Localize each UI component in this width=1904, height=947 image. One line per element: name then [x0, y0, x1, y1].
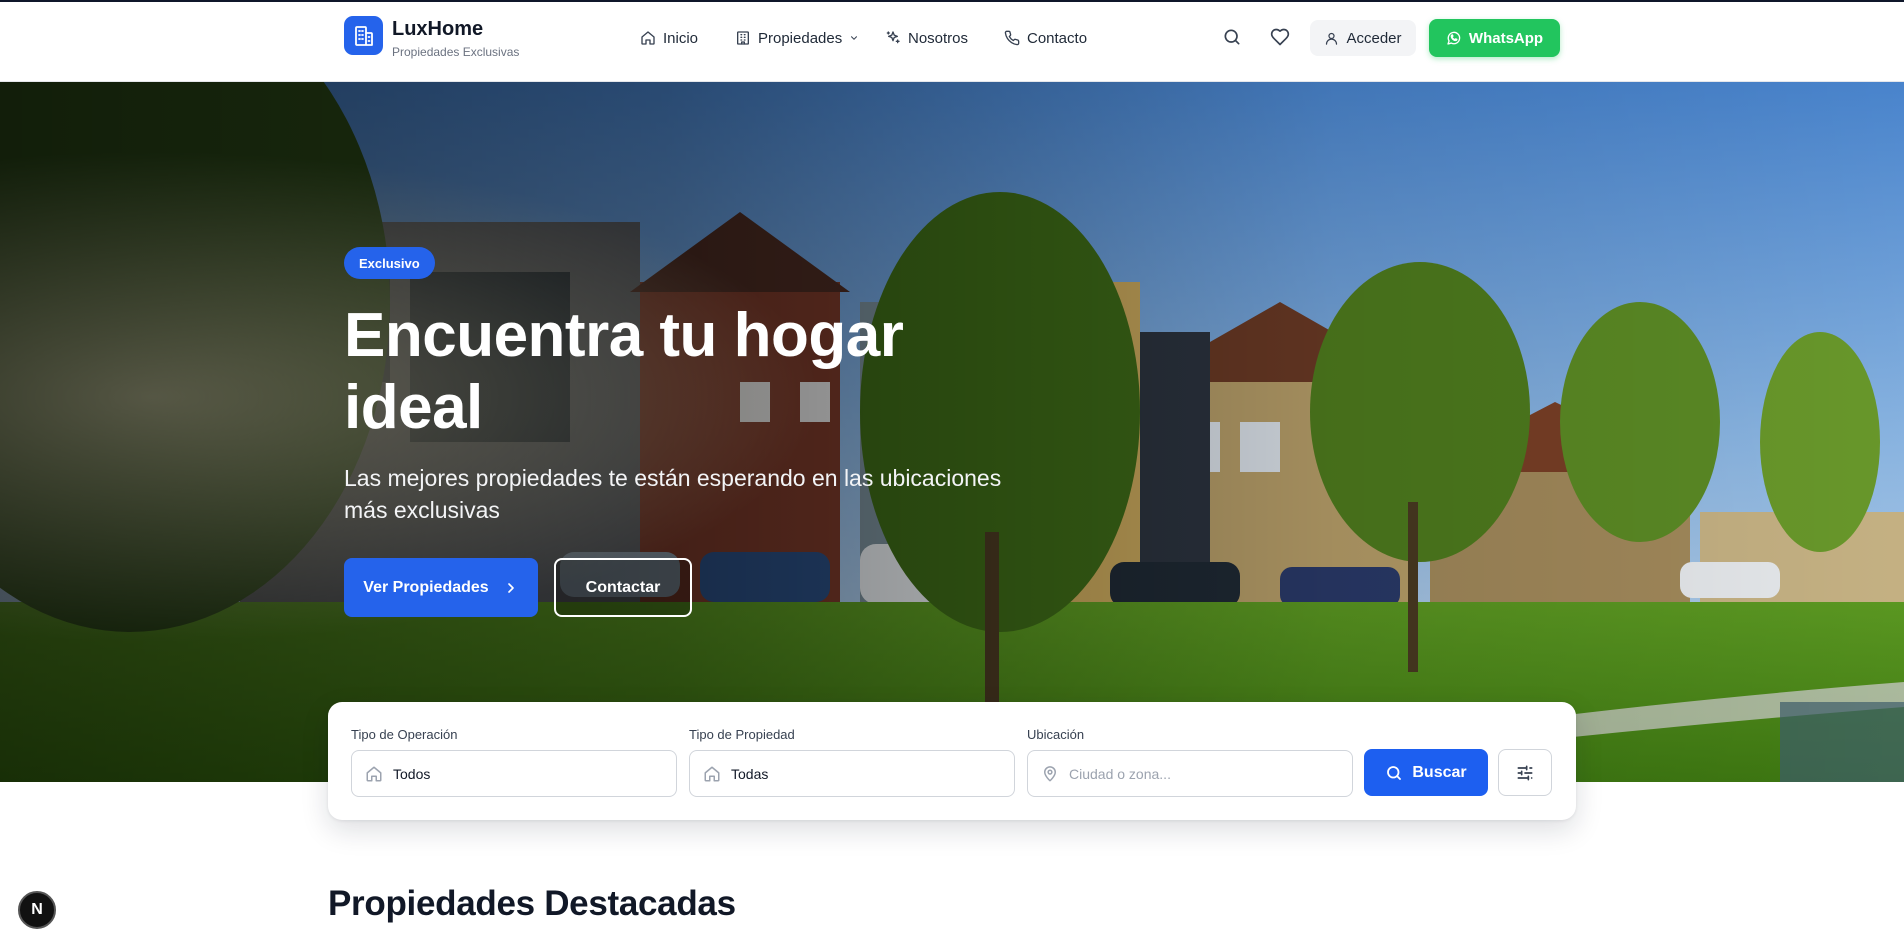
location-label: Ubicación	[1027, 727, 1085, 742]
view-properties-button[interactable]: Ver Propiedades	[344, 558, 538, 617]
operation-select[interactable]: Todos	[351, 750, 677, 797]
property-type-label: Tipo de Propiedad	[689, 727, 795, 742]
favorites-button[interactable]	[1265, 22, 1295, 52]
view-properties-label: Ver Propiedades	[363, 578, 489, 596]
exclusive-badge: Exclusivo	[344, 247, 435, 279]
brand-name[interactable]: LuxHome	[392, 18, 483, 41]
nextjs-dev-badge[interactable]: N	[18, 891, 56, 929]
home-icon	[366, 766, 382, 781]
operation-value: Todos	[393, 765, 431, 782]
property-type-select[interactable]: Todas	[689, 750, 1015, 797]
login-label: Acceder	[1346, 29, 1402, 47]
property-type-value: Todas	[731, 765, 769, 782]
home-icon	[704, 766, 720, 781]
nav-label: Nosotros	[908, 29, 969, 47]
login-button[interactable]: Acceder	[1310, 20, 1416, 56]
hero-title: Encuentra tu hogar ideal	[344, 301, 904, 442]
hero-subtitle: Las mejores propiedades te están esperan…	[344, 465, 1002, 523]
featured-section-title: Propiedades Destacadas	[328, 884, 736, 923]
logo-icon[interactable]	[344, 16, 383, 55]
site-header: LuxHome Propiedades Exclusivas Inicio Pr…	[0, 2, 1904, 82]
nav-item-inicio[interactable]: Inicio	[640, 27, 698, 49]
operation-label: Tipo de Operación	[351, 727, 458, 742]
whatsapp-button[interactable]: WhatsApp	[1429, 19, 1560, 57]
filters-button[interactable]	[1498, 749, 1552, 796]
user-icon	[1326, 32, 1338, 45]
search-icon	[1387, 765, 1402, 780]
contact-button[interactable]: Contactar	[554, 558, 692, 617]
nav-label: Contacto	[1027, 29, 1088, 47]
search-submit-label: Buscar	[1412, 763, 1467, 781]
location-field[interactable]	[1027, 750, 1353, 797]
location-input[interactable]	[1069, 765, 1319, 782]
nav-item-propiedades[interactable]: Propiedades	[735, 27, 859, 49]
nav-item-contacto[interactable]: Contacto	[1004, 27, 1087, 49]
search-icon	[1224, 29, 1240, 45]
map-pin-icon	[1044, 765, 1056, 781]
nav-label: Inicio	[663, 29, 699, 47]
nav-label: Propiedades	[758, 29, 843, 47]
search-submit-button[interactable]: Buscar	[1364, 749, 1488, 796]
sliders-icon	[1517, 765, 1533, 780]
whatsapp-icon	[1447, 31, 1461, 45]
phone-icon	[1004, 30, 1020, 46]
whatsapp-label: WhatsApp	[1468, 29, 1544, 47]
search-button[interactable]	[1217, 22, 1247, 52]
chevron-right-icon	[507, 582, 514, 593]
building-icon	[737, 31, 749, 45]
brand-tagline: Propiedades Exclusivas	[392, 45, 520, 59]
nav-item-nosotros[interactable]: Nosotros	[885, 27, 968, 49]
sparkles-icon	[886, 31, 900, 44]
home-icon	[641, 31, 655, 45]
chevron-down-icon	[851, 36, 858, 40]
heart-icon	[1270, 28, 1290, 46]
